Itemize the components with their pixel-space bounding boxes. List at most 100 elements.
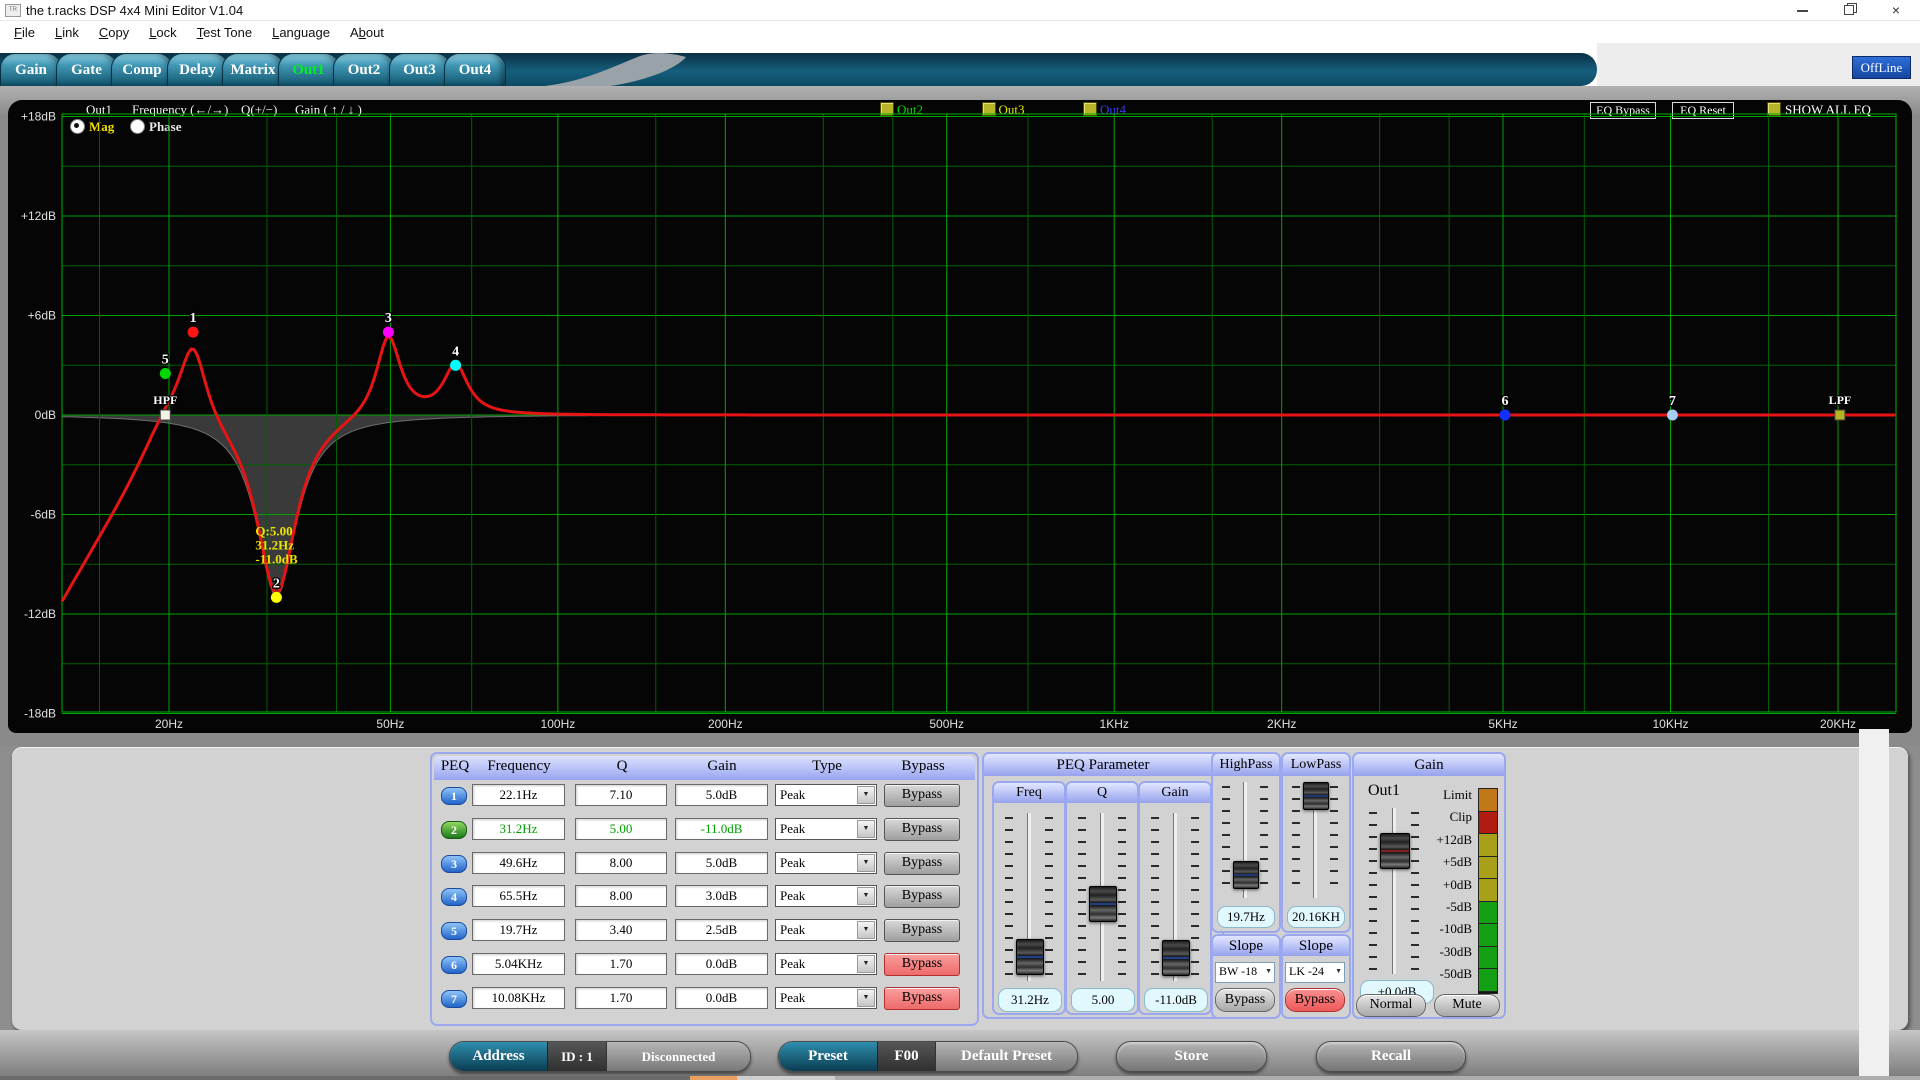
peq-bypass-button[interactable]: Bypass (884, 919, 960, 942)
peq-bypass-button[interactable]: Bypass (884, 784, 960, 807)
peq-frequency-input[interactable]: 49.6Hz (472, 852, 565, 874)
peq-param-freq-slider-thumb[interactable] (1016, 939, 1044, 975)
peq-bypass-button[interactable]: Bypass (884, 818, 960, 841)
highpass-slider-thumb[interactable] (1233, 861, 1259, 889)
peq-bypass-button[interactable]: Bypass (884, 885, 960, 908)
peq-bypass-button[interactable]: Bypass (884, 852, 960, 875)
peq-q-input[interactable]: 8.00 (575, 852, 667, 874)
minimize-button[interactable] (1780, 0, 1824, 20)
highpass-bypass-button[interactable]: Bypass (1215, 988, 1275, 1012)
hpf-marker[interactable] (160, 410, 170, 420)
peq-band-badge[interactable]: 7 (441, 990, 467, 1008)
menu-item-link[interactable]: Link (45, 23, 89, 42)
peq-param-q-slider[interactable] (1073, 811, 1131, 983)
eq-band-marker-7[interactable] (1667, 410, 1678, 421)
chevron-down-icon[interactable]: ▼ (857, 786, 875, 804)
tab-gain[interactable]: Gain (0, 53, 62, 86)
tab-out2[interactable]: Out2 (333, 53, 395, 86)
address-group: Address ID : 1 Disconnected (449, 1041, 751, 1072)
eq-band-marker-3[interactable] (383, 327, 394, 338)
peq-frequency-input[interactable]: 65.5Hz (472, 885, 565, 907)
peq-frequency-input[interactable]: 22.1Hz (472, 784, 565, 806)
peq-band-badge[interactable]: 1 (441, 787, 467, 805)
preset-button[interactable]: Preset (779, 1042, 877, 1071)
peq-type-select[interactable]: Peak▼ (775, 885, 877, 907)
eq-band-marker-5[interactable] (160, 368, 171, 379)
eq-band-marker-4[interactable] (450, 360, 461, 371)
eq-band-marker-1[interactable] (188, 327, 199, 338)
peq-type-select[interactable]: Peak▼ (775, 784, 877, 806)
lowpass-freq-slider[interactable] (1287, 780, 1343, 900)
menu-item-test-tone[interactable]: Test Tone (187, 23, 262, 42)
tab-gate[interactable]: Gate (56, 53, 118, 86)
peq-gain-input[interactable]: -11.0dB (675, 818, 768, 840)
peq-gain-input[interactable]: 0.0dB (675, 953, 768, 975)
peq-type-select[interactable]: Peak▼ (775, 919, 877, 941)
peq-param-freq-slider[interactable] (1000, 811, 1058, 983)
chevron-down-icon[interactable]: ▼ (857, 820, 875, 838)
chevron-down-icon[interactable]: ▼ (857, 955, 875, 973)
peq-frequency-input[interactable]: 31.2Hz (472, 818, 565, 840)
eq-plot[interactable]: +18dB+12dB+6dB0dB-6dB-12dB-18dB20Hz50Hz1… (8, 100, 1912, 738)
peq-table: PEQFrequencyQGainTypeBypass 122.1Hz7.105… (430, 752, 979, 1026)
menu-item-lock[interactable]: Lock (139, 23, 186, 42)
peq-gain-input[interactable]: 3.0dB (675, 885, 768, 907)
menu-item-language[interactable]: Language (262, 23, 340, 42)
store-button[interactable]: Store (1116, 1041, 1267, 1072)
peq-q-input[interactable]: 1.70 (575, 953, 667, 975)
peq-q-input[interactable]: 3.40 (575, 919, 667, 941)
peq-type-select[interactable]: Peak▼ (775, 987, 877, 1009)
tab-out3[interactable]: Out3 (389, 53, 451, 86)
tab-out4[interactable]: Out4 (444, 53, 506, 86)
peq-q-input[interactable]: 5.00 (575, 818, 667, 840)
address-button[interactable]: Address (450, 1042, 547, 1071)
peq-param-q-slider-thumb[interactable] (1089, 886, 1117, 922)
chevron-down-icon[interactable]: ▼ (857, 989, 875, 1007)
peq-param-gain-slider-thumb[interactable] (1162, 940, 1190, 976)
menu-item-about[interactable]: About (340, 23, 394, 42)
chevron-down-icon[interactable]: ▼ (857, 887, 875, 905)
eq-band-marker-6[interactable] (1500, 410, 1511, 421)
tab-out1[interactable]: Out1 (278, 53, 340, 86)
chevron-down-icon[interactable]: ▼ (857, 921, 875, 939)
menu-item-file[interactable]: File (4, 23, 45, 42)
eq-band-marker-2[interactable] (271, 592, 282, 603)
peq-bypass-button[interactable]: Bypass (884, 987, 960, 1010)
lowpass-slider-thumb[interactable] (1303, 782, 1329, 810)
restore-button[interactable] (1826, 0, 1870, 20)
menu-item-copy[interactable]: Copy (89, 23, 139, 42)
peq-q-input[interactable]: 7.10 (575, 784, 667, 806)
peq-band-badge[interactable]: 5 (441, 922, 467, 940)
peq-frequency-input[interactable]: 5.04KHz (472, 953, 565, 975)
peq-type-select[interactable]: Peak▼ (775, 852, 877, 874)
recall-button[interactable]: Recall (1316, 1041, 1466, 1072)
peq-q-input[interactable]: 1.70 (575, 987, 667, 1009)
peq-q-input[interactable]: 8.00 (575, 885, 667, 907)
peq-band-badge[interactable]: 3 (441, 855, 467, 873)
peq-gain-input[interactable]: 5.0dB (675, 784, 768, 806)
peq-param-gain-slider[interactable] (1146, 811, 1204, 983)
tab-matrix[interactable]: Matrix (222, 53, 284, 86)
lowpass-slope-select[interactable]: LK -24 ▼ (1285, 962, 1345, 983)
chevron-down-icon[interactable]: ▼ (857, 854, 875, 872)
peq-frequency-input[interactable]: 10.08KHz (472, 987, 565, 1009)
close-button[interactable]: × (1872, 0, 1920, 20)
peq-band-badge[interactable]: 6 (441, 956, 467, 974)
highpass-slope-select[interactable]: BW -18 ▼ (1215, 962, 1275, 983)
peq-gain-input[interactable]: 0.0dB (675, 987, 768, 1009)
highpass-freq-slider[interactable] (1217, 780, 1273, 900)
lowpass-bypass-button[interactable]: Bypass (1285, 988, 1345, 1012)
scrollbar-strip[interactable] (1859, 729, 1889, 1080)
tab-delay[interactable]: Delay (167, 53, 229, 86)
tab-comp[interactable]: Comp (111, 53, 173, 86)
peq-type-select[interactable]: Peak▼ (775, 953, 877, 975)
lpf-marker[interactable] (1835, 410, 1845, 420)
peq-frequency-input[interactable]: 19.7Hz (472, 919, 565, 941)
offline-status-button[interactable]: OffLine (1852, 56, 1911, 79)
peq-type-select[interactable]: Peak▼ (775, 818, 877, 840)
peq-gain-input[interactable]: 2.5dB (675, 919, 768, 941)
peq-gain-input[interactable]: 5.0dB (675, 852, 768, 874)
peq-bypass-button[interactable]: Bypass (884, 953, 960, 976)
peq-band-badge[interactable]: 4 (441, 888, 467, 906)
peq-band-badge[interactable]: 2 (441, 821, 467, 839)
